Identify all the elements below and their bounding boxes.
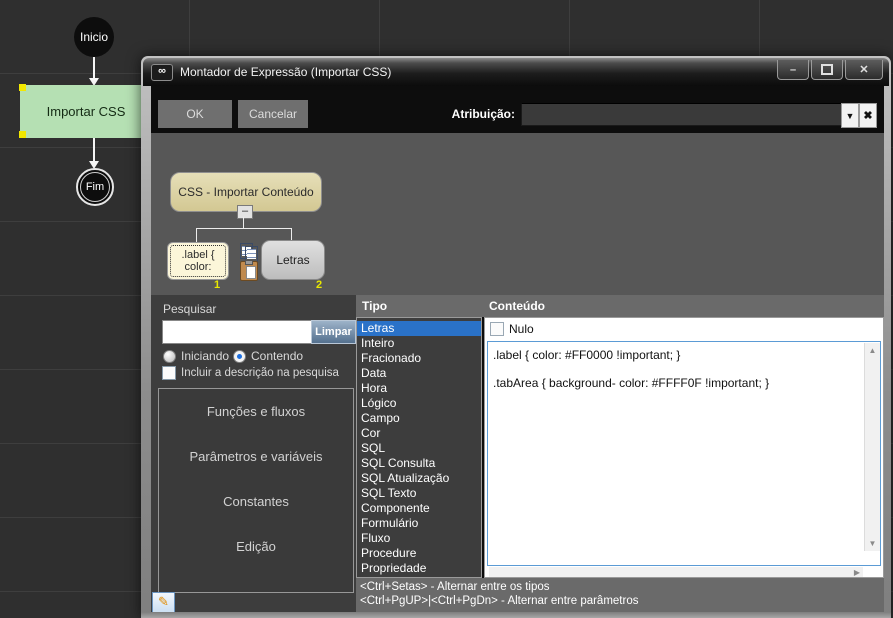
tipo-item[interactable]: Campo [357, 411, 481, 426]
category-item[interactable]: Parâmetros e variáveis [159, 434, 353, 479]
maximize-button[interactable] [811, 60, 843, 80]
horizontal-scrollbar[interactable]: ▶ [489, 567, 863, 577]
flow-step-importar-css[interactable]: Importar CSS [20, 85, 152, 138]
status-line-1: <Ctrl+Setas> - Alternar entre os tipos [360, 580, 884, 594]
radio-icon [163, 350, 176, 363]
tree-connector [196, 228, 197, 242]
cancel-button[interactable]: Cancelar [238, 100, 308, 128]
tree-node-index: 1 [214, 279, 220, 291]
tree-node-letras[interactable]: Letras [261, 240, 325, 280]
dialog-title: Montador de Expressão (Importar CSS) [180, 65, 391, 79]
scroll-up-icon[interactable]: ▲ [865, 343, 880, 358]
atribuicao-label: Atribuição: [395, 107, 515, 121]
atribuicao-combobox[interactable] [521, 103, 842, 126]
checkbox-icon [490, 322, 504, 336]
scroll-down-icon[interactable]: ▼ [865, 536, 880, 551]
minimize-icon: – [790, 64, 796, 76]
clear-x-icon: ✖ [863, 109, 872, 122]
radio-containing[interactable]: Contendo [233, 349, 303, 363]
tree-node-css-label: .label { color: [181, 249, 214, 273]
flow-end-label: Fim [86, 181, 104, 193]
ok-button[interactable]: OK [158, 100, 232, 128]
category-item[interactable]: Funções e fluxos [159, 389, 353, 434]
tipo-item[interactable]: Formulário [357, 516, 481, 531]
category-item[interactable]: Edição [159, 524, 353, 569]
flow-designer-canvas: { "window": { "title": "Montador de Expr… [0, 0, 893, 618]
tipo-item[interactable]: Cor [357, 426, 481, 441]
radio-starting[interactable]: Iniciando [163, 349, 229, 363]
tree-connector [291, 228, 292, 240]
tipo-item[interactable]: Hora [357, 381, 481, 396]
tree-connector [243, 217, 244, 228]
flow-connector-line [93, 57, 95, 79]
flow-connector-line [93, 138, 95, 162]
category-item[interactable]: Constantes [159, 479, 353, 524]
content-textarea[interactable]: .label { color: #FF0000 !important; } .t… [487, 341, 881, 566]
include-description-checkbox[interactable]: Incluir a descrição na pesquisa [162, 366, 339, 380]
tipo-item[interactable]: Fracionado [357, 351, 481, 366]
radio-starting-label: Iniciando [181, 349, 229, 363]
app-icon: ∞ [151, 64, 173, 81]
copy-icon[interactable] [240, 243, 258, 260]
selection-handle[interactable] [19, 84, 26, 91]
conteudo-header: Conteúdo [489, 299, 545, 313]
tipo-item[interactable]: SQL Texto [357, 486, 481, 501]
category-accordion: Funções e fluxosParâmetros e variáveisCo… [158, 388, 354, 593]
paste-icon[interactable] [240, 261, 258, 281]
search-input[interactable] [162, 320, 314, 344]
tipo-item[interactable]: Fluxo [357, 531, 481, 546]
nulo-label: Nulo [509, 322, 534, 336]
clear-search-button[interactable]: Limpar [311, 320, 356, 344]
pencil-icon: ✎ [158, 594, 169, 609]
status-line-2: <Ctrl+PgUP>|<Ctrl+PgDn> - Alternar entre… [360, 594, 884, 608]
scroll-right-icon[interactable]: ▶ [854, 568, 860, 577]
close-icon: ✕ [859, 63, 868, 76]
tipo-header: Tipo [362, 299, 387, 313]
flow-start-label: Inicio [80, 30, 108, 44]
search-label: Pesquisar [163, 302, 216, 316]
edit-mode-button[interactable]: ✎ [152, 592, 175, 614]
tipo-item[interactable]: Componente [357, 501, 481, 516]
status-bar: <Ctrl+Setas> - Alternar entre os tipos <… [356, 578, 884, 612]
tipo-item[interactable]: SQL [357, 441, 481, 456]
tree-node-letras-label: Letras [276, 253, 309, 267]
column-header-band [356, 295, 884, 317]
flow-start-node[interactable]: Inicio [74, 17, 114, 57]
tree-node-index: 2 [316, 279, 322, 291]
tipo-item[interactable]: Inteiro [357, 336, 481, 351]
tree-connector [196, 228, 292, 229]
tree-node-css-snippet[interactable]: .label { color: [167, 242, 229, 280]
combobox-dropdown-button[interactable]: ▼ [841, 103, 859, 128]
chevron-down-icon: ▼ [846, 111, 855, 121]
tipo-item[interactable]: Lógico [357, 396, 481, 411]
minimize-button[interactable]: – [777, 60, 809, 80]
radio-containing-label: Contendo [251, 349, 303, 363]
include-description-label: Incluir a descrição na pesquisa [181, 367, 339, 379]
maximize-icon [821, 64, 833, 75]
dialog-titlebar[interactable]: ∞ Montador de Expressão (Importar CSS) –… [143, 58, 889, 86]
dialog-bottom-frame [141, 612, 891, 618]
paste-page [246, 266, 256, 279]
flow-step-label: Importar CSS [47, 104, 126, 119]
tipo-listbox: LetrasInteiroFracionadoDataHoraLógicoCam… [356, 317, 482, 578]
tree-root-label: CSS - Importar Conteúdo [178, 185, 313, 199]
flow-end-node[interactable]: Fim [76, 168, 114, 206]
vertical-scrollbar[interactable]: ▲ ▼ [864, 343, 880, 551]
selection-handle[interactable] [19, 131, 26, 138]
radio-selected-icon [233, 350, 246, 363]
paste-clip [245, 260, 253, 265]
checkbox-icon [162, 366, 176, 380]
tipo-item[interactable]: Data [357, 366, 481, 381]
tipo-item[interactable]: SQL Consulta [357, 456, 481, 471]
tipo-item[interactable]: SQL Atualização [357, 471, 481, 486]
tree-collapse-toggle[interactable]: – [237, 205, 253, 219]
tipo-item[interactable]: Letras [357, 321, 481, 336]
close-button[interactable]: ✕ [845, 60, 883, 80]
tipo-item[interactable]: Procedure [357, 546, 481, 561]
tipo-item[interactable]: Propriedade [357, 561, 481, 576]
combobox-clear-button[interactable]: ✖ [859, 103, 877, 128]
nulo-checkbox[interactable]: Nulo [490, 322, 534, 336]
